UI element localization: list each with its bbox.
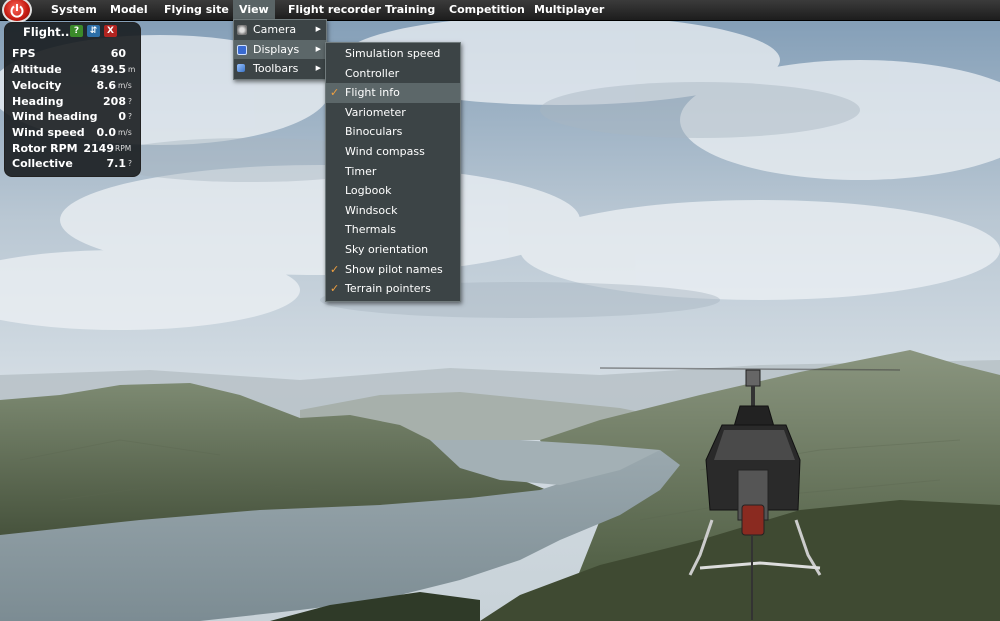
info-unit: RPM bbox=[115, 144, 132, 153]
menu-flying-site[interactable]: Flying site bbox=[158, 0, 235, 20]
info-unit: m/s bbox=[118, 128, 132, 137]
displays-item-label: Timer bbox=[345, 164, 377, 178]
info-row-fps: FPS 60 bbox=[12, 47, 136, 62]
menu-flight-recorder[interactable]: Flight recorder bbox=[282, 0, 387, 20]
displays-item-label: Controller bbox=[345, 66, 400, 80]
info-value: 8.6 bbox=[96, 79, 117, 92]
displays-item-sky-orientation[interactable]: Sky orientation bbox=[326, 240, 460, 260]
info-row-rotor-rpm: Rotor RPM 2149 RPM bbox=[12, 142, 136, 157]
check-icon: ✓ bbox=[330, 282, 340, 296]
info-label: Velocity bbox=[12, 79, 62, 92]
info-row-wind-heading: Wind heading 0 ? bbox=[12, 110, 136, 125]
displays-item-terrain-pointers[interactable]: ✓ Terrain pointers bbox=[326, 279, 460, 299]
info-unit: m bbox=[128, 65, 136, 74]
displays-item-show-pilot-names[interactable]: ✓ Show pilot names bbox=[326, 260, 460, 280]
simulator-viewport[interactable] bbox=[0, 0, 1000, 621]
power-button[interactable] bbox=[2, 0, 32, 23]
info-value: 2149 bbox=[83, 142, 114, 155]
view-menu-displays[interactable]: Displays ▶ bbox=[234, 39, 326, 60]
info-value: 0 bbox=[118, 110, 126, 123]
info-value: 0.0 bbox=[96, 126, 117, 139]
displays-item-label: Binoculars bbox=[345, 125, 403, 139]
displays-submenu: Simulation speed Controller ✓ Flight info… bbox=[325, 42, 461, 302]
check-icon: ✓ bbox=[330, 262, 340, 276]
displays-item-label: Wind compass bbox=[345, 144, 425, 158]
info-label: FPS bbox=[12, 47, 36, 60]
displays-item-label: Windsock bbox=[345, 203, 398, 217]
info-label: Wind heading bbox=[12, 110, 98, 123]
displays-item-label: Variometer bbox=[345, 105, 406, 119]
info-label: Rotor RPM bbox=[12, 142, 78, 155]
displays-item-label: Flight info bbox=[345, 86, 400, 100]
displays-icon bbox=[237, 44, 247, 55]
menu-model[interactable]: Model bbox=[104, 0, 154, 20]
check-icon: ✓ bbox=[330, 86, 340, 100]
submenu-arrow-icon: ▶ bbox=[315, 25, 321, 33]
displays-item-label: Thermals bbox=[345, 223, 397, 237]
displays-item-controller[interactable]: Controller bbox=[326, 64, 460, 84]
view-menu-displays-label: Displays bbox=[253, 42, 300, 56]
info-label: Altitude bbox=[12, 63, 62, 76]
close-button[interactable]: X bbox=[104, 25, 117, 37]
displays-item-label: Terrain pointers bbox=[345, 282, 431, 296]
displays-item-flight-info[interactable]: ✓ Flight info bbox=[326, 83, 460, 103]
menu-multiplayer[interactable]: Multiplayer bbox=[528, 0, 610, 20]
info-unit: ? bbox=[128, 112, 132, 121]
submenu-arrow-icon: ▶ bbox=[315, 44, 321, 53]
menu-competition[interactable]: Competition bbox=[443, 0, 531, 20]
displays-item-timer[interactable]: Timer bbox=[326, 162, 460, 182]
displays-item-label: Sky orientation bbox=[345, 242, 429, 256]
view-menu-toolbars-label: Toolbars bbox=[253, 62, 299, 76]
displays-item-thermals[interactable]: Thermals bbox=[326, 220, 460, 240]
displays-item-label: Show pilot names bbox=[345, 262, 443, 276]
displays-item-windsock[interactable]: Windsock bbox=[326, 201, 460, 221]
main-menubar: System Model Flying site View Flight rec… bbox=[0, 0, 1000, 23]
landscape-scene bbox=[0, 0, 1000, 621]
view-menu-toolbars[interactable]: Toolbars ▶ bbox=[234, 59, 326, 79]
displays-item-logbook[interactable]: Logbook bbox=[326, 181, 460, 201]
displays-item-binoculars[interactable]: Binoculars bbox=[326, 122, 460, 142]
info-row-heading: Heading 208 ? bbox=[12, 95, 136, 110]
displays-item-label: Logbook bbox=[345, 184, 392, 198]
info-unit: ? bbox=[128, 97, 132, 106]
menu-training[interactable]: Training bbox=[379, 0, 441, 20]
power-icon bbox=[10, 4, 24, 18]
info-unit: m/s bbox=[118, 81, 132, 90]
info-value: 7.1 bbox=[106, 157, 127, 170]
view-menu-camera-label: Camera bbox=[253, 23, 297, 36]
info-label: Collective bbox=[12, 157, 73, 170]
displays-item-simulation-speed[interactable]: Simulation speed bbox=[326, 44, 460, 64]
pin-button[interactable]: ⇵ bbox=[87, 25, 100, 37]
flight-info-panel[interactable]: Flight... ? ⇵ X FPS 60 Altitude 439.5 m … bbox=[4, 22, 141, 177]
help-button[interactable]: ? bbox=[70, 25, 83, 37]
toolbars-icon bbox=[237, 64, 245, 73]
view-menu: Camera ▶ Displays ▶ Toolbars ▶ bbox=[233, 19, 327, 80]
info-label: Heading bbox=[12, 95, 64, 108]
displays-item-variometer[interactable]: Variometer bbox=[326, 103, 460, 123]
displays-item-label: Simulation speed bbox=[345, 47, 441, 60]
info-value: 208 bbox=[103, 95, 126, 108]
info-row-wind-speed: Wind speed 0.0 m/s bbox=[12, 126, 136, 141]
info-row-velocity: Velocity 8.6 m/s bbox=[12, 79, 136, 94]
menu-system[interactable]: System bbox=[45, 0, 103, 20]
info-value: 439.5 bbox=[91, 63, 126, 76]
info-row-altitude: Altitude 439.5 m bbox=[12, 63, 136, 78]
panel-title: Flight... bbox=[23, 25, 74, 39]
displays-item-wind-compass[interactable]: Wind compass bbox=[326, 142, 460, 162]
camera-icon bbox=[237, 25, 247, 35]
info-label: Wind speed bbox=[12, 126, 85, 139]
info-value: 60 bbox=[110, 47, 126, 60]
info-unit: ? bbox=[128, 159, 132, 168]
menu-view[interactable]: View bbox=[233, 0, 275, 20]
info-row-collective: Collective 7.1 ? bbox=[12, 157, 136, 172]
submenu-arrow-icon: ▶ bbox=[315, 64, 321, 73]
view-menu-camera[interactable]: Camera ▶ bbox=[234, 20, 326, 40]
